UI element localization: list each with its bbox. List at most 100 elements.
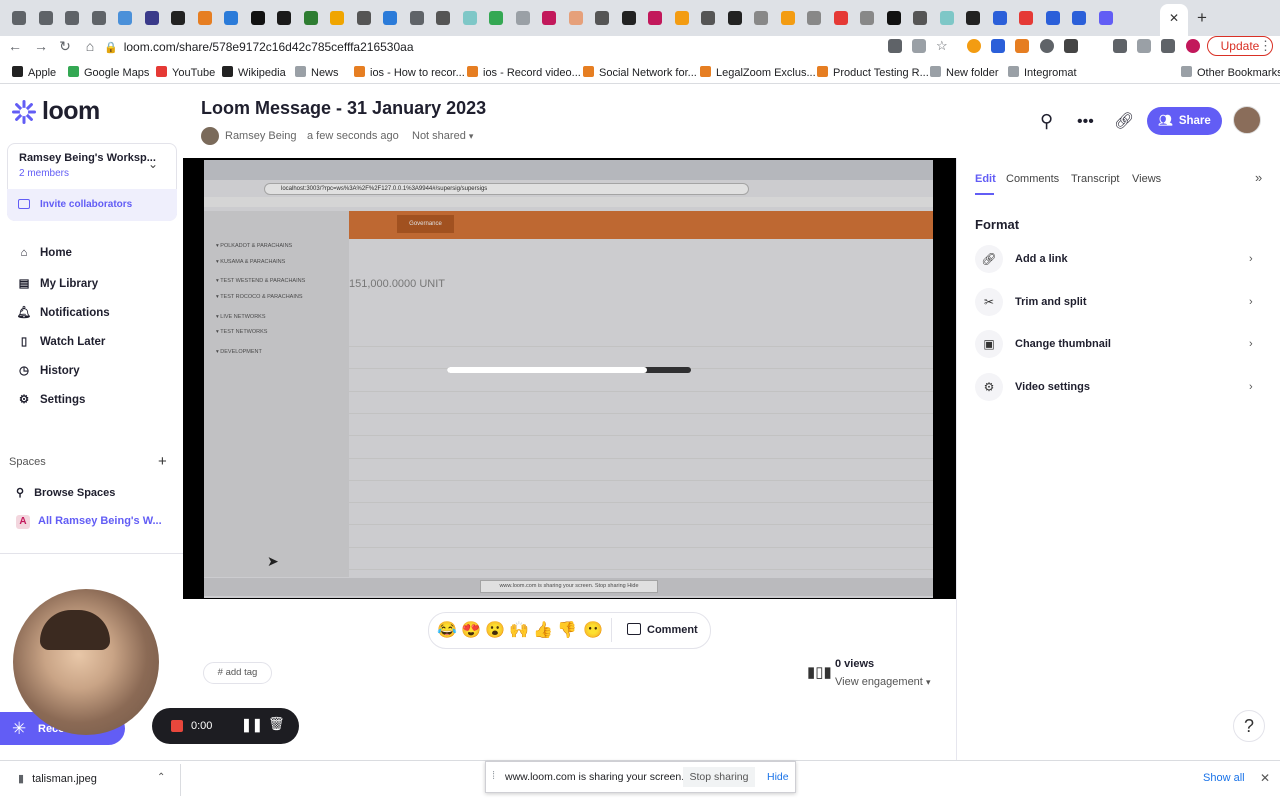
tab-favicon-icon[interactable] <box>1045 11 1060 25</box>
tab-favicon-icon[interactable] <box>38 11 53 25</box>
reading-list-icon[interactable] <box>1137 39 1151 53</box>
camera-permission-icon[interactable] <box>888 39 902 53</box>
extension-icon[interactable] <box>991 39 1005 53</box>
drag-handle-icon[interactable]: ⁞ <box>492 770 495 782</box>
tab-favicon-icon[interactable] <box>860 11 874 25</box>
emoji-thumbs-up[interactable]: 👍 <box>533 620 553 640</box>
tab-views[interactable]: Views <box>1132 173 1161 185</box>
share-button[interactable]: 👥︎ Share <box>1147 107 1222 135</box>
owner-name[interactable]: Ramsey Being <box>225 130 297 142</box>
change-thumbnail-item[interactable]: Change thumbnail <box>1015 338 1111 350</box>
bookmark-item[interactable]: Other Bookmarks <box>1181 66 1280 79</box>
add-tag-button[interactable]: # add tag <box>203 662 272 684</box>
emoji-thumbs-down[interactable]: 👎 <box>557 620 577 640</box>
chevron-down-icon[interactable]: ⌄ <box>148 157 158 171</box>
loom-logo-text[interactable]: loom <box>42 97 100 126</box>
tab-favicon-icon[interactable] <box>542 11 556 25</box>
tab-favicon-icon[interactable] <box>118 11 132 25</box>
comment-button[interactable]: Comment <box>647 624 698 636</box>
close-icon[interactable]: ✕ <box>1260 771 1270 785</box>
emoji-surprised[interactable]: 😮 <box>485 620 505 640</box>
qr-icon[interactable] <box>1064 39 1078 53</box>
close-tab-icon[interactable]: ✕ <box>1169 11 1179 25</box>
star-icon[interactable]: ☆ <box>936 38 948 54</box>
tab-favicon-icon[interactable] <box>886 11 901 25</box>
trim-split-item[interactable]: Trim and split <box>1015 296 1087 308</box>
share-page-icon[interactable] <box>912 39 926 53</box>
tab-favicon-icon[interactable] <box>277 11 291 25</box>
extension-icon[interactable] <box>967 39 981 53</box>
bookmark-item[interactable]: ios - How to recor... <box>354 66 465 79</box>
tab-favicon-icon[interactable] <box>621 11 636 25</box>
tab-favicon-icon[interactable] <box>674 11 689 25</box>
bookmark-item[interactable]: Integromat <box>1008 66 1077 79</box>
tab-favicon-icon[interactable] <box>727 11 742 25</box>
chevron-right-icon[interactable]: › <box>1249 296 1253 308</box>
tab-favicon-icon[interactable] <box>356 11 371 25</box>
tab-favicon-icon[interactable] <box>303 11 318 25</box>
tab-favicon-icon[interactable] <box>1072 11 1086 25</box>
tab-favicon-icon[interactable] <box>462 11 477 25</box>
chevron-right-icon[interactable]: › <box>1249 338 1253 350</box>
tab-favicon-icon[interactable] <box>780 11 795 25</box>
pause-icon[interactable]: ❚❚ <box>241 717 263 733</box>
tab-favicon-icon[interactable] <box>224 11 238 25</box>
tab-favicon-icon[interactable] <box>489 11 503 25</box>
sidebar-item-notifications[interactable]: 🔔︎ Notifications <box>16 305 110 325</box>
tab-favicon-icon[interactable] <box>754 11 768 25</box>
tab-favicon-icon[interactable] <box>144 11 159 25</box>
tab-favicon-icon[interactable] <box>595 11 609 25</box>
share-state-dropdown[interactable]: Not shared ▾ <box>412 130 473 142</box>
bookmark-item[interactable]: ios - Record video... <box>467 66 581 79</box>
profile-icon[interactable] <box>1186 39 1200 53</box>
help-button[interactable]: ? <box>1233 710 1265 742</box>
tab-favicon-icon[interactable] <box>1098 11 1113 25</box>
trash-icon[interactable]: 🗑︎ <box>268 716 285 732</box>
more-icon[interactable]: ••• <box>1077 113 1094 131</box>
comment-icon[interactable] <box>627 623 641 635</box>
all-workspace-space[interactable]: A All Ramsey Being's W... <box>16 515 162 529</box>
tab-comments[interactable]: Comments <box>1006 173 1059 185</box>
emoji-heart-eyes[interactable]: 😍 <box>461 620 481 640</box>
browse-spaces-link[interactable]: ⚲ Browse Spaces <box>16 486 115 499</box>
tab-favicon-icon[interactable] <box>939 11 954 25</box>
chevron-up-icon[interactable]: ⌃ <box>157 772 165 783</box>
bookmark-item[interactable]: Google Maps <box>68 66 149 79</box>
sidebar-item-watch-later[interactable]: ▯ Watch Later <box>16 334 106 354</box>
copy-link-icon[interactable]: 🔗︎ <box>1114 111 1134 131</box>
sidebar-item-library[interactable]: ▤ My Library <box>16 276 99 296</box>
tab-favicon-icon[interactable] <box>807 11 821 25</box>
new-tab-icon[interactable]: + <box>1197 8 1207 28</box>
download-item[interactable]: ▮ talisman.jpeg <box>18 772 97 785</box>
bookmark-item[interactable]: Apple <box>12 66 56 79</box>
tab-favicon-icon[interactable] <box>833 11 848 25</box>
home-icon[interactable]: ⌂ <box>81 38 99 54</box>
tab-favicon-icon[interactable] <box>701 11 715 25</box>
bookmark-item[interactable]: YouTube <box>156 66 215 79</box>
menu-icon[interactable]: ⋮ <box>1259 38 1272 54</box>
tab-favicon-icon[interactable] <box>250 11 265 25</box>
avatar[interactable] <box>1233 106 1261 134</box>
tab-favicon-icon[interactable] <box>409 11 424 25</box>
stop-recording-button[interactable] <box>171 720 183 732</box>
bookmark-item[interactable]: LegalZoom Exclus... <box>700 66 816 79</box>
emoji-raised-hands[interactable]: 🙌 <box>509 620 529 640</box>
sidebar-item-settings[interactable]: ⚙ Settings <box>16 392 86 412</box>
view-engagement-dropdown[interactable]: View engagement ▾ <box>835 676 930 688</box>
tab-favicon-icon[interactable] <box>648 11 662 25</box>
tab-favicon-icon[interactable] <box>992 11 1007 25</box>
video-title[interactable]: Loom Message - 31 January 2023 <box>201 98 486 119</box>
tab-favicon-icon[interactable] <box>568 11 583 25</box>
bookmark-item[interactable]: News <box>295 66 339 79</box>
bookmark-item[interactable]: Product Testing R... <box>817 66 929 79</box>
chevron-right-icon[interactable]: › <box>1249 381 1253 393</box>
tab-favicon-icon[interactable] <box>197 11 212 25</box>
bookmark-item[interactable]: Wikipedia <box>222 66 286 79</box>
sidebar-item-home[interactable]: ⌂ Home <box>16 247 72 267</box>
tab-favicon-icon[interactable] <box>966 11 980 25</box>
sidebar-item-history[interactable]: ◷ History <box>16 363 80 383</box>
video-settings-item[interactable]: Video settings <box>1015 381 1090 393</box>
back-icon[interactable]: ← <box>6 38 24 54</box>
tab-favicon-icon[interactable] <box>436 11 450 25</box>
extension-icon[interactable] <box>1040 39 1054 53</box>
